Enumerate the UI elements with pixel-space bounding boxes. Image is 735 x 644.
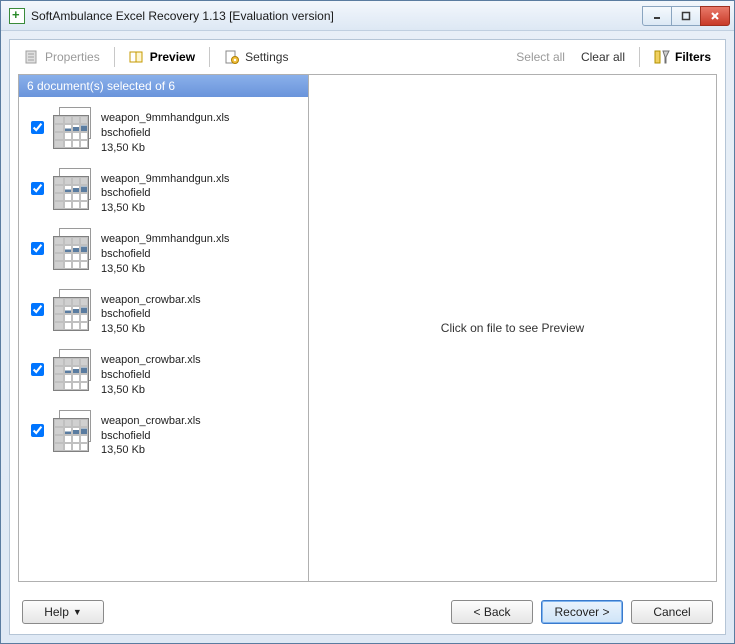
select-all-button[interactable]: Select all	[510, 48, 571, 66]
spreadsheet-icon	[53, 107, 95, 149]
preview-button[interactable]: Preview	[123, 47, 201, 67]
toolbar: Properties Preview Settings Select all	[10, 40, 725, 74]
file-size: 13,50 Kb	[101, 141, 229, 156]
filters-icon	[654, 49, 670, 65]
file-size: 13,50 Kb	[101, 383, 201, 398]
app-icon	[9, 8, 25, 24]
help-label: Help	[44, 605, 69, 619]
help-button[interactable]: Help ▼	[22, 600, 104, 624]
file-meta: weapon_9mmhandgun.xlsbschofield13,50 Kb	[101, 168, 229, 217]
file-meta: weapon_9mmhandgun.xlsbschofield13,50 Kb	[101, 107, 229, 156]
properties-icon	[24, 49, 40, 65]
file-item[interactable]: weapon_crowbar.xlsbschofield13,50 Kb	[19, 343, 308, 404]
file-name: weapon_crowbar.xls	[101, 293, 201, 308]
settings-label: Settings	[245, 50, 288, 64]
file-owner: bschofield	[101, 247, 229, 262]
file-name: weapon_9mmhandgun.xls	[101, 232, 229, 247]
content-area: 6 document(s) selected of 6 weapon_9mmha…	[18, 74, 717, 582]
file-pane: 6 document(s) selected of 6 weapon_9mmha…	[19, 75, 309, 581]
file-item[interactable]: weapon_crowbar.xlsbschofield13,50 Kb	[19, 283, 308, 344]
properties-label: Properties	[45, 50, 100, 64]
file-name: weapon_9mmhandgun.xls	[101, 111, 229, 126]
window-title: SoftAmbulance Excel Recovery 1.13 [Evalu…	[31, 9, 334, 23]
preview-pane: Click on file to see Preview	[309, 75, 716, 581]
file-item[interactable]: weapon_9mmhandgun.xlsbschofield13,50 Kb	[19, 222, 308, 283]
file-owner: bschofield	[101, 307, 201, 322]
file-name: weapon_crowbar.xls	[101, 414, 201, 429]
file-meta: weapon_crowbar.xlsbschofield13,50 Kb	[101, 349, 201, 398]
file-checkbox[interactable]	[31, 363, 44, 376]
file-name: weapon_9mmhandgun.xls	[101, 172, 229, 187]
cancel-label: Cancel	[653, 605, 690, 619]
file-owner: bschofield	[101, 368, 201, 383]
filters-button[interactable]: Filters	[648, 47, 717, 67]
toolbar-separator	[114, 47, 115, 67]
clear-all-label: Clear all	[581, 50, 625, 64]
file-size: 13,50 Kb	[101, 201, 229, 216]
properties-button[interactable]: Properties	[18, 47, 106, 67]
close-button[interactable]	[700, 6, 730, 26]
titlebar[interactable]: SoftAmbulance Excel Recovery 1.13 [Evalu…	[1, 1, 734, 31]
file-size: 13,50 Kb	[101, 262, 229, 277]
file-owner: bschofield	[101, 186, 229, 201]
file-checkbox[interactable]	[31, 182, 44, 195]
file-checkbox[interactable]	[31, 303, 44, 316]
settings-icon	[224, 49, 240, 65]
spreadsheet-icon	[53, 349, 95, 391]
file-name: weapon_crowbar.xls	[101, 353, 201, 368]
file-checkbox[interactable]	[31, 121, 44, 134]
cancel-button[interactable]: Cancel	[631, 600, 713, 624]
file-list[interactable]: weapon_9mmhandgun.xlsbschofield13,50 Kbw…	[19, 97, 308, 581]
file-item[interactable]: weapon_9mmhandgun.xlsbschofield13,50 Kb	[19, 162, 308, 223]
recover-label: Recover >	[554, 605, 609, 619]
file-owner: bschofield	[101, 429, 201, 444]
clear-all-button[interactable]: Clear all	[575, 48, 631, 66]
footer: Help ▼ < Back Recover > Cancel	[10, 590, 725, 634]
client-area: Properties Preview Settings Select all	[9, 39, 726, 635]
selection-count: 6 document(s) selected of 6	[27, 79, 175, 93]
file-size: 13,50 Kb	[101, 322, 201, 337]
file-checkbox[interactable]	[31, 424, 44, 437]
preview-empty-message: Click on file to see Preview	[441, 321, 584, 335]
select-all-label: Select all	[516, 50, 565, 64]
back-button[interactable]: < Back	[451, 600, 533, 624]
preview-label: Preview	[150, 50, 195, 64]
spreadsheet-icon	[53, 289, 95, 331]
filters-label: Filters	[675, 50, 711, 64]
spreadsheet-icon	[53, 410, 95, 452]
file-size: 13,50 Kb	[101, 443, 201, 458]
app-window: SoftAmbulance Excel Recovery 1.13 [Evalu…	[0, 0, 735, 644]
file-meta: weapon_crowbar.xlsbschofield13,50 Kb	[101, 289, 201, 338]
file-item[interactable]: weapon_crowbar.xlsbschofield13,50 Kb	[19, 404, 308, 465]
spreadsheet-icon	[53, 228, 95, 270]
maximize-button[interactable]	[671, 6, 701, 26]
toolbar-separator	[209, 47, 210, 67]
file-meta: weapon_9mmhandgun.xlsbschofield13,50 Kb	[101, 228, 229, 277]
spreadsheet-icon	[53, 168, 95, 210]
selection-header: 6 document(s) selected of 6	[19, 75, 308, 97]
back-label: < Back	[473, 605, 510, 619]
file-owner: bschofield	[101, 126, 229, 141]
file-item[interactable]: weapon_9mmhandgun.xlsbschofield13,50 Kb	[19, 101, 308, 162]
file-checkbox[interactable]	[31, 242, 44, 255]
preview-icon	[129, 49, 145, 65]
recover-button[interactable]: Recover >	[541, 600, 623, 624]
toolbar-separator	[639, 47, 640, 67]
settings-button[interactable]: Settings	[218, 47, 294, 67]
minimize-button[interactable]	[642, 6, 672, 26]
chevron-down-icon: ▼	[73, 607, 82, 617]
file-meta: weapon_crowbar.xlsbschofield13,50 Kb	[101, 410, 201, 459]
